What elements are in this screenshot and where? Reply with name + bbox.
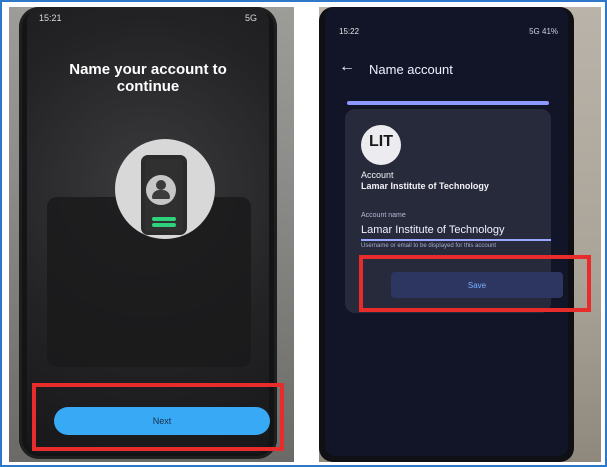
account-name-label: Account name bbox=[361, 212, 406, 219]
logo-mark: LIT bbox=[369, 133, 393, 150]
header-title: Name account bbox=[369, 62, 453, 77]
status-time: 15:21 bbox=[39, 13, 62, 23]
next-highlight-box bbox=[32, 383, 284, 451]
avatar-head bbox=[156, 180, 166, 190]
helper-text: Username or email to be displayed for th… bbox=[361, 243, 497, 249]
status-time: 15:22 bbox=[339, 27, 360, 36]
phone-right-screen: 15:22 5G 41% ← Name account LIT Account … bbox=[325, 7, 568, 456]
account-name-input[interactable] bbox=[361, 221, 551, 241]
organization-logo: LIT bbox=[361, 125, 401, 165]
phone-right: 15:22 5G 41% ← Name account LIT Account … bbox=[319, 7, 574, 462]
avatar-body bbox=[152, 190, 170, 199]
avatar-icon bbox=[146, 175, 176, 205]
arrow-left-icon[interactable]: ← bbox=[339, 58, 355, 76]
right-photo: 15:22 5G 41% ← Name account LIT Account … bbox=[319, 7, 601, 462]
screenshot-frame: 15:21 5G Name your account to continue 1… bbox=[0, 0, 607, 467]
status-bar-left: 15:21 5G bbox=[39, 13, 257, 23]
account-value: Lamar Institute of Technology bbox=[361, 181, 489, 191]
save-highlight-box bbox=[359, 255, 591, 312]
status-bar-right: 15:22 5G 41% bbox=[339, 27, 558, 36]
progress-bars-icon bbox=[152, 215, 176, 233]
progress-bar bbox=[152, 223, 176, 227]
accent-divider bbox=[347, 101, 549, 105]
page-title: Name your account to continue bbox=[69, 61, 227, 95]
status-indicators: 5G bbox=[244, 13, 257, 23]
account-label: Account bbox=[361, 170, 394, 180]
progress-bar bbox=[152, 217, 176, 221]
app-header: ← Name account bbox=[335, 57, 558, 81]
status-indicators: 5G 41% bbox=[529, 27, 558, 36]
